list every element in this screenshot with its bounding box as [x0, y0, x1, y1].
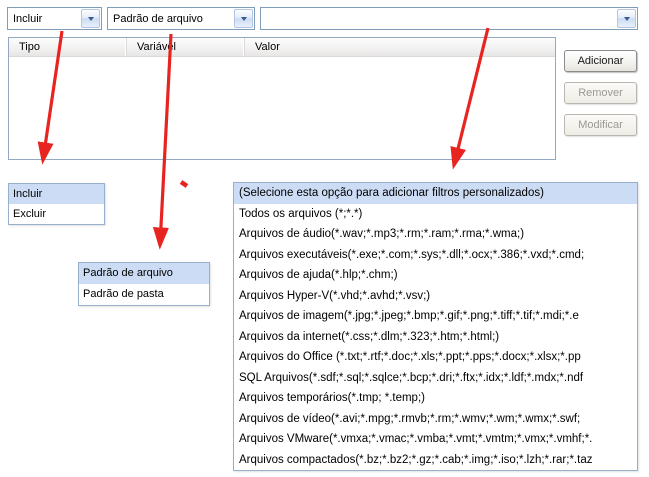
dropdown-option[interactable]: SQL Arquivos(*.sdf;*.sql;*.sqlce;*.bcp;*… [234, 368, 637, 389]
annotation-dash-mark [181, 182, 187, 186]
include-exclude-options-list: Incluir Excluir [8, 183, 105, 225]
filters-table-empty-body [9, 57, 555, 159]
filter-value-combobox[interactable] [260, 7, 638, 30]
dropdown-option[interactable]: Arquivos temporários(*.tmp; *.temp;) [234, 388, 637, 409]
dropdown-option[interactable]: (Selecione esta opção para adicionar fil… [234, 183, 637, 204]
dropdown-option[interactable]: Arquivos de ajuda(*.hlp;*.chm;) [234, 265, 637, 286]
dropdown-option[interactable]: Arquivos VMware(*.vmxa;*.vmac;*.vmba;*.v… [234, 429, 637, 450]
dropdown-option[interactable]: Arquivos de áudio(*.wav;*.mp3;*.rm;*.ram… [234, 224, 637, 245]
modify-button[interactable]: Modificar [564, 114, 637, 136]
filter-presets-options-list: (Selecione esta opção para adicionar fil… [233, 182, 638, 471]
include-exclude-combobox[interactable]: Incluir [7, 7, 102, 30]
dropdown-option[interactable]: Todos os arquivos (*;*.*) [234, 204, 637, 225]
include-exclude-combobox-value: Incluir [8, 8, 80, 29]
dropdown-option[interactable]: Arquivos executáveis(*.exe;*.com;*.sys;*… [234, 245, 637, 266]
pattern-type-combobox-value: Padrão de arquivo [108, 8, 233, 29]
column-header-tipo[interactable]: Tipo [9, 38, 127, 56]
column-header-valor[interactable]: Valor [245, 38, 555, 56]
pattern-type-combobox-dropdown-button[interactable] [234, 9, 253, 28]
filter-configuration-panel: Incluir Padrão de arquivo Tipo Variável … [0, 0, 649, 477]
chevron-down-icon [88, 17, 94, 21]
dropdown-option[interactable]: Incluir [9, 184, 104, 204]
column-header-variavel[interactable]: Variável [127, 38, 245, 56]
chevron-down-icon [241, 17, 247, 21]
add-button[interactable]: Adicionar [564, 50, 637, 72]
filters-table-header: Tipo Variável Valor [9, 38, 555, 57]
dropdown-option[interactable]: Excluir [9, 204, 104, 224]
pattern-type-options-list: Padrão de arquivo Padrão de pasta [78, 262, 210, 306]
dropdown-option[interactable]: Arquivos do Office (*.txt;*.rtf;*.doc;*.… [234, 347, 637, 368]
dropdown-option[interactable]: Padrão de pasta [79, 284, 209, 305]
dropdown-option[interactable]: Arquivos Hyper-V(*.vhd;*.avhd;*.vsv;) [234, 286, 637, 307]
dropdown-option[interactable]: Arquivos de imagem(*.jpg;*.jpeg;*.bmp;*.… [234, 306, 637, 327]
chevron-down-icon [624, 17, 630, 21]
dropdown-option[interactable]: Arquivos de vídeo(*.avi;*.mpg;*.rmvb;*.r… [234, 409, 637, 430]
filter-value-combobox-value [261, 8, 616, 29]
dropdown-option[interactable]: Arquivos compactados(*.bz;*.bz2;*.gz;*.c… [234, 450, 637, 471]
dropdown-option[interactable]: Padrão de arquivo [79, 263, 209, 284]
filter-value-combobox-dropdown-button[interactable] [617, 9, 636, 28]
remove-button[interactable]: Remover [564, 82, 637, 104]
pattern-type-combobox[interactable]: Padrão de arquivo [107, 7, 255, 30]
include-exclude-combobox-dropdown-button[interactable] [81, 9, 100, 28]
filters-table: Tipo Variável Valor [8, 37, 556, 160]
dropdown-option[interactable]: Arquivos da internet(*.css;*.dlm;*.323;*… [234, 327, 637, 348]
